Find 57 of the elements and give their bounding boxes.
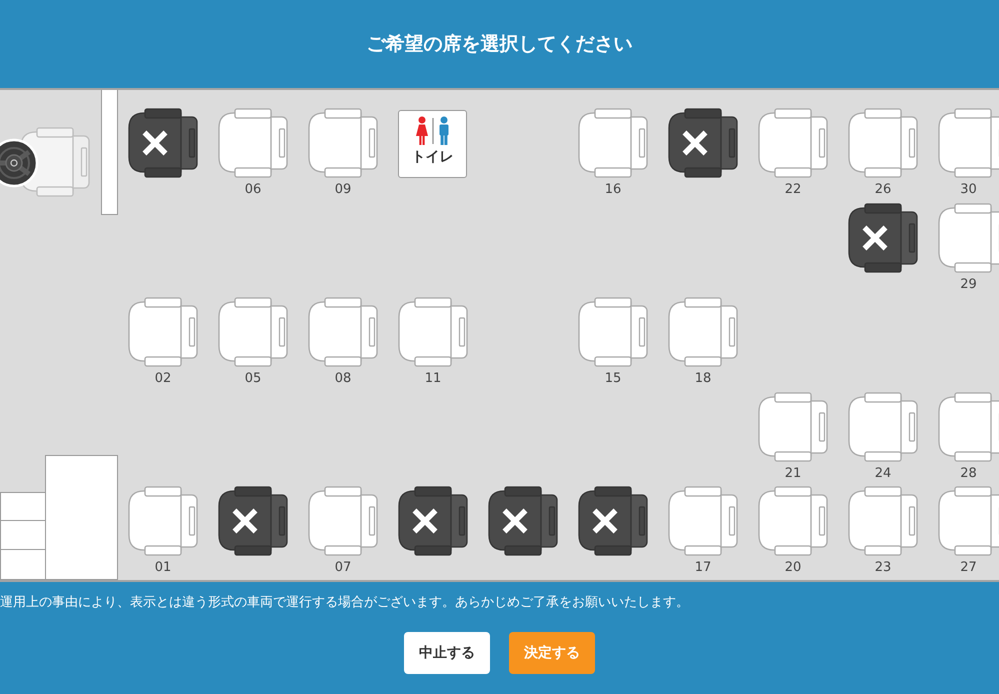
seat-number: 26 [874,182,892,198]
seat-icon[interactable] [758,486,828,556]
seat-icon[interactable] [308,297,378,367]
seat-number: 02 [154,371,172,387]
steering-wheel-icon [0,138,39,188]
cross-icon [682,130,708,156]
seat-icon[interactable] [128,297,198,367]
seat-icon[interactable] [758,108,828,178]
entrance-step [0,521,46,550]
seat-number: 22 [784,182,802,198]
seat-number: 09 [334,182,352,198]
seat-number: 01 [154,560,172,576]
seat-number: 27 [960,560,977,576]
page-title: ご希望の席を選択してください [366,32,632,57]
seat-number: 07 [334,560,352,576]
seat-icon[interactable] [128,486,198,556]
seat-icon[interactable] [938,486,999,556]
seat-icon[interactable] [848,392,918,462]
seat-icon[interactable] [398,297,468,367]
seat-number: 24 [874,466,892,482]
seat-number: 28 [960,466,977,482]
toilet-label: トイレ [412,148,454,166]
seat-icon[interactable] [848,108,918,178]
seat-number: 15 [604,371,622,387]
seat-icon[interactable] [308,486,378,556]
seat-icon[interactable] [758,392,828,462]
seat-number: 18 [694,371,712,387]
seat-icon[interactable] [308,108,378,178]
cross-icon [142,130,168,156]
seat-number: 05 [244,371,262,387]
seat-number: 08 [334,371,352,387]
seat-icon[interactable] [218,108,288,178]
seat-icon[interactable] [938,392,999,462]
cancel-button[interactable]: 中止する [404,632,490,674]
seat-icon[interactable] [578,108,648,178]
seat-number: 17 [694,560,712,576]
seat-icon[interactable] [668,297,738,367]
seat-icon[interactable] [578,297,648,367]
notice-text: 運用上の事由により、表示とは違う形式の車両で運行する場合がございます。あらかじめご了承をお願いいたします。 [0,594,689,612]
seat-number: 11 [424,371,442,387]
cross-icon [412,508,438,534]
seat-number: 29 [960,276,977,292]
seat-number: 20 [784,560,802,576]
seat-number: 06 [244,182,262,198]
cross-icon [502,508,528,534]
seat-icon[interactable] [938,202,999,272]
seat-number: 30 [960,182,977,198]
cross-icon [232,508,258,534]
cross-icon [862,224,888,251]
cross-icon [592,508,618,534]
seat-icon[interactable] [938,108,999,178]
seat-icon[interactable] [668,486,738,556]
seat-icon[interactable] [848,486,918,556]
seat-number: 21 [784,466,802,482]
seat-number: 16 [604,182,622,198]
seat-icon[interactable] [218,297,288,367]
seat-number: 23 [874,560,892,576]
